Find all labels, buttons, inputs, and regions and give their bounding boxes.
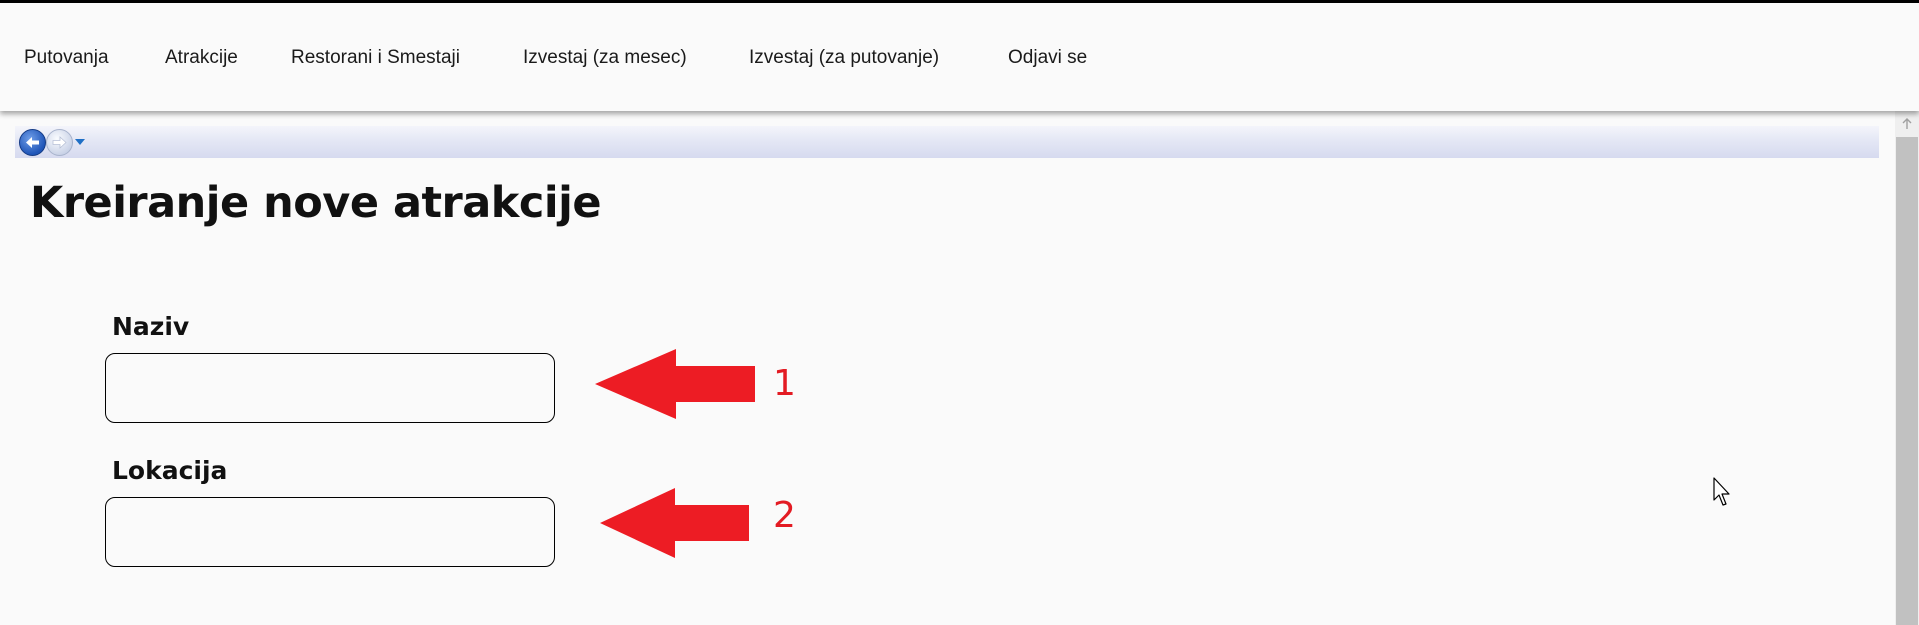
lokacija-label: Lokacija <box>112 456 228 485</box>
browser-navigation-bar <box>15 126 1879 158</box>
nav-item-odjavi-se[interactable]: Odjavi se <box>1008 47 1087 69</box>
nav-item-izvestaj-putovanje[interactable]: Izvestaj (za putovanje) <box>749 47 939 69</box>
red-arrow-2-icon <box>600 488 749 558</box>
history-dropdown-icon[interactable] <box>75 139 85 145</box>
scroll-up-arrow-icon[interactable] <box>1895 113 1919 135</box>
vertical-scrollbar[interactable] <box>1895 111 1919 625</box>
top-navbar: Putovanja Atrakcije Restorani i Smestaji… <box>0 3 1919 111</box>
nav-item-putovanja[interactable]: Putovanja <box>24 47 109 69</box>
annotation-number-1: 1 <box>773 363 796 404</box>
annotation-number-2: 2 <box>773 495 796 536</box>
nav-item-atrakcije[interactable]: Atrakcije <box>165 47 238 69</box>
nav-item-restorani-i-smestaji[interactable]: Restorani i Smestaji <box>291 47 460 69</box>
red-arrow-1-icon <box>595 349 755 419</box>
naziv-input[interactable] <box>105 353 555 423</box>
scrollbar-thumb[interactable] <box>1896 137 1918 625</box>
mouse-cursor-icon <box>1713 477 1730 506</box>
nav-item-izvestaj-mesec[interactable]: Izvestaj (za mesec) <box>523 47 687 69</box>
page-title: Kreiranje nove atrakcije <box>30 178 601 228</box>
forward-arrow-icon[interactable] <box>46 129 73 156</box>
lokacija-input[interactable] <box>105 497 555 567</box>
back-arrow-icon[interactable] <box>19 129 46 156</box>
naziv-label: Naziv <box>112 312 190 341</box>
